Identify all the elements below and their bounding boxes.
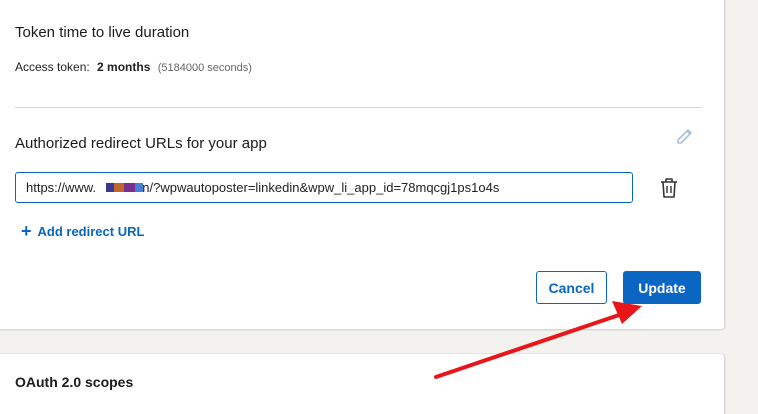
access-token-label: Access token: [15, 60, 90, 74]
redacted-domain [106, 183, 146, 192]
pencil-icon[interactable] [674, 126, 696, 148]
cancel-button[interactable]: Cancel [536, 271, 607, 304]
add-redirect-url-link[interactable]: + Add redirect URL [21, 222, 144, 240]
app-settings-card: Token time to live duration Access token… [0, 0, 725, 330]
section-divider [15, 107, 701, 108]
access-token-line: Access token: 2 months (5184000 seconds) [15, 60, 252, 74]
redirect-urls-title: Authorized redirect URLs for your app [15, 135, 267, 152]
access-token-value: 2 months [97, 60, 151, 74]
add-redirect-url-label: Add redirect URL [37, 223, 145, 239]
access-token-seconds: (5184000 seconds) [157, 62, 252, 74]
plus-icon: + [21, 221, 32, 241]
oauth-scopes-title: OAuth 2.0 scopes [15, 374, 134, 390]
trash-icon[interactable] [658, 176, 680, 200]
token-ttl-title: Token time to live duration [15, 24, 190, 41]
update-button[interactable]: Update [623, 271, 701, 304]
